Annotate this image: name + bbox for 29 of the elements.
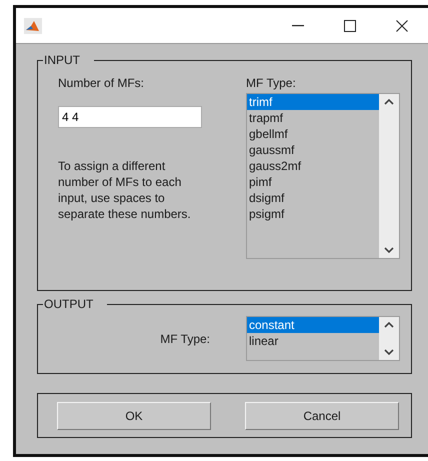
list-item[interactable]: trapmf xyxy=(247,110,379,126)
group-legend: INPUT xyxy=(43,54,84,66)
list-item[interactable]: pimf xyxy=(247,174,379,190)
input-field[interactable]: 4 4 xyxy=(58,106,202,128)
list-label: MF Type: xyxy=(160,332,210,346)
group-legend: OUTPUT xyxy=(43,298,98,310)
minimize-icon[interactable] xyxy=(292,24,304,26)
field-label: Number of MFs: xyxy=(58,76,146,90)
scroll-up-icon[interactable] xyxy=(384,98,394,105)
app-logo-icon xyxy=(24,18,42,34)
mf-type-list[interactable]: trimf trapmf gbellmf gaussmf gauss2mf pimf dsigmf psigmf xyxy=(246,93,400,259)
cancel-button[interactable]: Cancel xyxy=(245,402,399,430)
list-item[interactable]: gbellmf xyxy=(247,126,379,142)
help-text: To assign a different number of MFs to each input, use spaces to separate these numbers. xyxy=(58,158,192,222)
mf-type-list[interactable]: constant linear xyxy=(246,316,400,361)
scroll-up-icon[interactable] xyxy=(384,321,394,328)
ok-button[interactable]: OK xyxy=(57,402,211,430)
maximize-icon[interactable] xyxy=(344,20,356,32)
list-item[interactable]: gaussmf xyxy=(247,142,379,158)
list-label: MF Type: xyxy=(246,76,297,90)
scroll-down-icon[interactable] xyxy=(384,247,394,254)
list-item[interactable]: gauss2mf xyxy=(247,158,379,174)
close-icon[interactable] xyxy=(396,20,408,32)
list-item[interactable]: constant xyxy=(247,317,379,333)
list-item[interactable]: linear xyxy=(247,333,379,349)
scroll-down-icon[interactable] xyxy=(384,349,394,356)
list-item[interactable]: trimf xyxy=(247,94,379,110)
list-item[interactable]: dsigmf xyxy=(247,190,379,206)
list-item[interactable]: psigmf xyxy=(247,206,379,222)
